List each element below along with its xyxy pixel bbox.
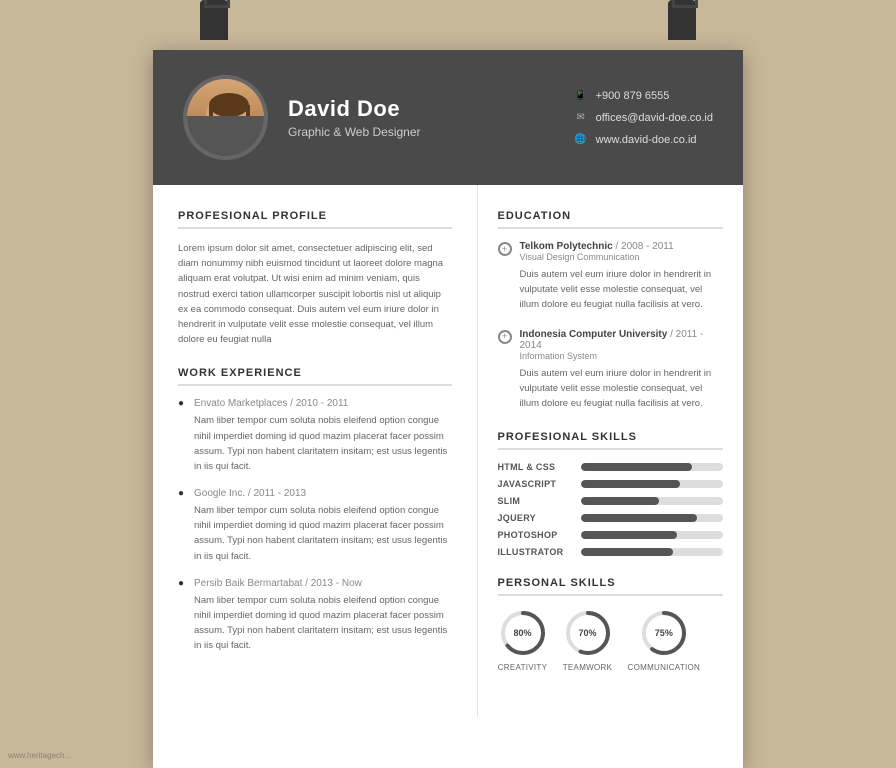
profile-section-title: PROFESIONAL PROFILE [178, 210, 452, 229]
skill-label-jquery: JQUERY [498, 513, 573, 523]
edu-period-2: / 2011 - 2014 [520, 329, 704, 351]
edu-school-1: Telkom Polytechnic / 2008 - 2011 [520, 241, 724, 252]
work-item-2: Google Inc. / 2011 - 2013 Nam liber temp… [178, 488, 452, 564]
skill-label-illustrator: ILLUSTRATOR [498, 547, 573, 557]
work-desc-1: Nam liber tempor cum soluta nobis eleife… [194, 413, 452, 474]
communication-label: COMMUNICATION [628, 663, 701, 672]
profile-section: PROFESIONAL PROFILE Lorem ipsum dolor si… [178, 210, 452, 347]
skill-javascript: JAVASCRIPT [498, 479, 724, 489]
skill-label-javascript: JAVASCRIPT [498, 479, 573, 489]
skill-label-photoshop: PHOTOSHOP [498, 530, 573, 540]
edu-degree-1: Visual Design Communication [520, 252, 724, 262]
skill-bar-bg-html-css [581, 463, 724, 471]
edu-desc-2: Duis autem vel eum iriure dolor in hendr… [520, 366, 724, 412]
left-column: PROFESIONAL PROFILE Lorem ipsum dolor si… [153, 185, 478, 717]
skill-bar-bg-illustrator [581, 548, 724, 556]
skill-bar-fill-slim [581, 497, 659, 505]
edu-desc-1: Duis autem vel eum iriure dolor in hendr… [520, 267, 724, 313]
personal-skill-communication: 75% COMMUNICATION [628, 608, 701, 672]
work-section-title: WORK EXPERIENCE [178, 367, 452, 386]
edu-item-2: Indonesia Computer University / 2011 - 2… [498, 329, 724, 412]
resume-header: David Doe Graphic & Web Designer 📱 +900 … [153, 50, 743, 185]
work-desc-3: Nam liber tempor cum soluta nobis eleife… [194, 593, 452, 654]
circle-creativity: 80% [498, 608, 548, 658]
personal-skills-title: PERSONAL SKILLS [498, 577, 724, 596]
skills-section-title: PROFESIONAL SKILLS [498, 431, 724, 450]
circle-teamwork: 70% [563, 608, 613, 658]
education-section: EDUCATION Telkom Polytechnic / 2008 - 20… [498, 210, 724, 411]
contact-email: ✉ offices@david-doe.co.id [574, 111, 713, 125]
work-title-3: Persib Baik Bermartabat / 2013 - Now [194, 578, 452, 589]
personal-skills-section: PERSONAL SKILLS 80% CREATIVITY [498, 577, 724, 672]
header-contacts: 📱 +900 879 6555 ✉ offices@david-doe.co.i… [574, 89, 713, 147]
skill-bar-bg-javascript [581, 480, 724, 488]
work-title-2: Google Inc. / 2011 - 2013 [194, 488, 452, 499]
education-section-title: EDUCATION [498, 210, 724, 229]
resume-document: David Doe Graphic & Web Designer 📱 +900 … [153, 50, 743, 768]
skill-bar-fill-html-css [581, 463, 692, 471]
work-company-2: Google Inc. / [194, 488, 251, 499]
skill-bar-fill-illustrator [581, 548, 674, 556]
page-wrapper: David Doe Graphic & Web Designer 📱 +900 … [0, 0, 896, 768]
phone-number: +900 879 6555 [596, 90, 670, 102]
avatar-image [187, 79, 264, 156]
teamwork-label: TEAMWORK [563, 663, 613, 672]
edu-icon-2 [498, 330, 512, 344]
edu-icon-1 [498, 242, 512, 256]
skill-bar-bg-photoshop [581, 531, 724, 539]
email-address: offices@david-doe.co.id [596, 112, 713, 124]
skill-photoshop: PHOTOSHOP [498, 530, 724, 540]
edu-school-2: Indonesia Computer University / 2011 - 2… [520, 329, 724, 351]
profile-text: Lorem ipsum dolor sit amet, consectetuer… [178, 241, 452, 347]
header-name: David Doe [288, 96, 554, 122]
header-job-title: Graphic & Web Designer [288, 125, 554, 139]
teamwork-percent: 70% [578, 628, 596, 638]
skill-jquery: JQUERY [498, 513, 724, 523]
avatar [183, 75, 268, 160]
skill-bar-fill-javascript [581, 480, 681, 488]
right-column: EDUCATION Telkom Polytechnic / 2008 - 20… [478, 185, 744, 717]
edu-degree-2: Information System [520, 351, 724, 361]
skill-bar-bg-jquery [581, 514, 724, 522]
skill-label-html-css: HTML & CSS [498, 462, 573, 472]
globe-icon: 🌐 [574, 133, 588, 147]
website-url: www.david-doe.co.id [596, 134, 697, 146]
work-period-1: 2010 - 2011 [296, 398, 349, 409]
resume-body: PROFESIONAL PROFILE Lorem ipsum dolor si… [153, 185, 743, 717]
skill-label-slim: SLIM [498, 496, 573, 506]
edu-period-1: / 2008 - 2011 [615, 241, 673, 252]
watermark: www.heritagech... [8, 751, 71, 760]
work-company-1: Envato Marketplaces / [194, 398, 293, 409]
contact-phone: 📱 +900 879 6555 [574, 89, 713, 103]
skill-bar-fill-jquery [581, 514, 698, 522]
binder-clip-left [200, 0, 228, 40]
work-experience-section: WORK EXPERIENCE Envato Marketplaces / 20… [178, 367, 452, 653]
phone-icon: 📱 [574, 89, 588, 103]
binder-clip-right [668, 0, 696, 40]
work-desc-2: Nam liber tempor cum soluta nobis eleife… [194, 503, 452, 564]
skill-slim: SLIM [498, 496, 724, 506]
header-info: David Doe Graphic & Web Designer [288, 96, 554, 139]
work-period-2: 2011 - 2013 [253, 488, 306, 499]
work-period-3: 2013 - Now [311, 578, 362, 589]
personal-skill-creativity: 80% CREATIVITY [498, 608, 548, 672]
work-company-3: Persib Baik Bermartabat / [194, 578, 308, 589]
skill-html-css: HTML & CSS [498, 462, 724, 472]
personal-skills-list: 80% CREATIVITY 70% [498, 608, 724, 672]
contact-website: 🌐 www.david-doe.co.id [574, 133, 713, 147]
edu-item-1: Telkom Polytechnic / 2008 - 2011 Visual … [498, 241, 724, 313]
creativity-percent: 80% [513, 628, 531, 638]
work-item-1: Envato Marketplaces / 2010 - 2011 Nam li… [178, 398, 452, 474]
circle-communication: 75% [639, 608, 689, 658]
work-title-1: Envato Marketplaces / 2010 - 2011 [194, 398, 452, 409]
skills-section: PROFESIONAL SKILLS HTML & CSS JAVASCRIPT [498, 431, 724, 557]
skill-illustrator: ILLUSTRATOR [498, 547, 724, 557]
work-item-3: Persib Baik Bermartabat / 2013 - Now Nam… [178, 578, 452, 654]
skill-bar-fill-photoshop [581, 531, 678, 539]
communication-percent: 75% [655, 628, 673, 638]
personal-skill-teamwork: 70% TEAMWORK [563, 608, 613, 672]
creativity-label: CREATIVITY [498, 663, 548, 672]
skill-bar-bg-slim [581, 497, 724, 505]
email-icon: ✉ [574, 111, 588, 125]
